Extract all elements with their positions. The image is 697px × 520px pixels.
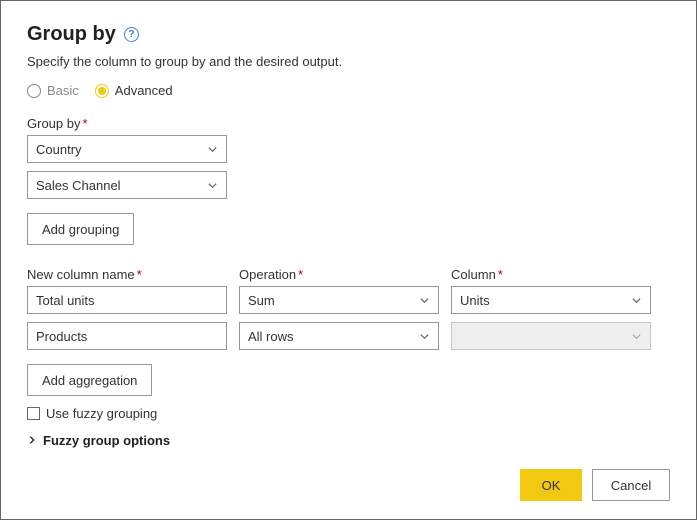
header-operation: Operation* [239,267,439,282]
chevron-down-icon [419,295,430,306]
mode-radio-group: Basic Advanced [27,83,670,98]
help-icon[interactable]: ? [124,27,139,42]
agg-op-dropdown-1[interactable]: All rows [239,322,439,350]
agg-op-value-0: Sum [248,293,275,308]
add-grouping-button[interactable]: Add grouping [27,213,134,245]
groupby-value-1: Sales Channel [36,178,121,193]
chevron-down-icon [631,295,642,306]
chevron-right-icon [27,433,37,448]
cancel-button[interactable]: Cancel [592,469,670,501]
agg-col-dropdown-1 [451,322,651,350]
agg-col-dropdown-0[interactable]: Units [451,286,651,314]
fuzzy-checkbox-label: Use fuzzy grouping [46,406,157,421]
chevron-down-icon [207,144,218,155]
radio-basic[interactable]: Basic [27,83,79,98]
dialog-subtitle: Specify the column to group by and the d… [27,54,670,69]
ok-button[interactable]: OK [520,469,582,501]
fuzzy-options-expander[interactable]: Fuzzy group options [27,433,670,448]
aggregation-row: All rows [27,322,670,350]
groupby-label: Group by* [27,116,670,131]
agg-op-dropdown-0[interactable]: Sum [239,286,439,314]
header-column: Column* [451,267,651,282]
dialog-title: Group by [27,23,116,46]
agg-name-input-0[interactable] [27,286,227,314]
fuzzy-options-label: Fuzzy group options [43,433,170,448]
groupby-value-0: Country [36,142,82,157]
chevron-down-icon [419,331,430,342]
radio-advanced[interactable]: Advanced [95,83,173,98]
radio-advanced-label: Advanced [115,83,173,98]
agg-name-value-0[interactable] [36,293,218,308]
chevron-down-icon [631,331,642,342]
add-aggregation-button[interactable]: Add aggregation [27,364,152,396]
groupby-dropdown-1[interactable]: Sales Channel [27,171,227,199]
aggregation-row: Sum Units [27,286,670,314]
agg-op-value-1: All rows [248,329,294,344]
header-newcolname: New column name* [27,267,227,282]
agg-name-value-1[interactable] [36,329,218,344]
fuzzy-checkbox[interactable] [27,407,40,420]
agg-col-value-0: Units [460,293,490,308]
radio-basic-label: Basic [47,83,79,98]
groupby-dropdown-0[interactable]: Country [27,135,227,163]
chevron-down-icon [207,180,218,191]
agg-name-input-1[interactable] [27,322,227,350]
